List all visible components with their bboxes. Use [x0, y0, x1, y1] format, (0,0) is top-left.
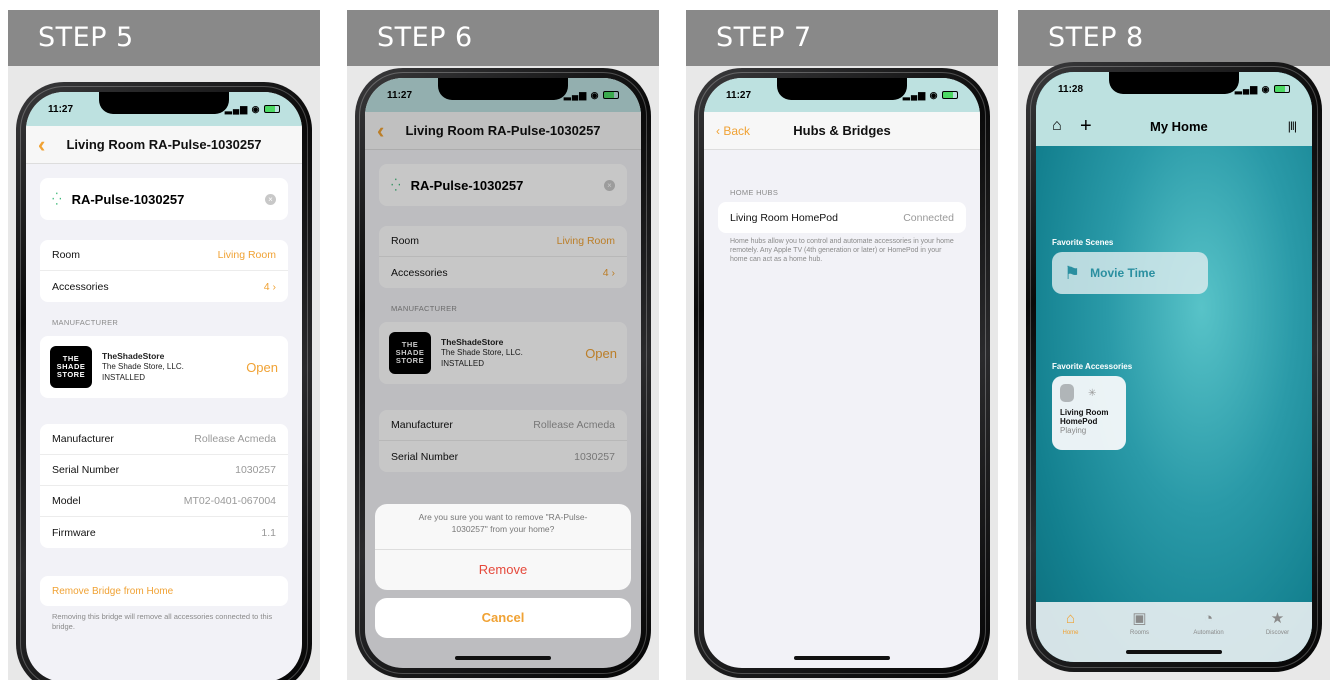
status-icons: ▂▄▆ ◉ [903, 90, 958, 101]
automation-tab-icon: ◔ [1203, 609, 1214, 627]
step-title: STEP 6 [347, 10, 659, 66]
back-chevron-icon[interactable]: ‹ [38, 133, 45, 156]
cancel-button[interactable]: Cancel [375, 598, 631, 638]
phone-screen: 11:28 ▂▄▆ ◉ ⌂ + My Home |‖| Favorite Sce… [1036, 72, 1312, 662]
step-6-panel: STEP 6 11:27 ▂▄▆ ◉ ‹ Living Room RA-Puls… [347, 10, 659, 680]
home-tab-icon: ⌂ [1065, 609, 1076, 627]
tab-discover[interactable]: ★ Discover [1253, 610, 1303, 662]
home-indicator [1126, 650, 1222, 654]
accessory-name-line2: HomePod [1060, 417, 1098, 427]
battery-icon [942, 91, 958, 100]
step-8-panel: STEP 8 11:28 ▂▄▆ ◉ ⌂ + My Home |‖| Favor… [1018, 10, 1330, 680]
rooms-tab-icon: ▣ [1132, 610, 1147, 627]
homepod-icon [1060, 384, 1074, 402]
battery-icon [1274, 85, 1290, 94]
nav-title: Hubs & Bridges [793, 123, 891, 138]
accessories-row[interactable]: Accessories 4 › [40, 271, 288, 302]
scene-icon: ⚑ [1064, 262, 1081, 283]
add-icon[interactable]: + [1080, 115, 1110, 138]
phone-screen: 11:27 ▂▄▆ ◉ ‹ Living Room RA-Pulse-10302… [26, 92, 302, 680]
room-card: Room Living Room Accessories 4 › [40, 240, 288, 302]
accessory-name-line1: Living Room [1060, 408, 1109, 417]
home-title: My Home [1150, 118, 1208, 134]
bridge-icon: ⁛ [52, 192, 61, 206]
shade-store-logo: THE SHADE STORE [50, 346, 92, 388]
accessory-tile-homepod[interactable]: ✳ Living Room HomePod Playing [1052, 376, 1126, 450]
scene-name: Movie Time [1090, 266, 1156, 280]
open-button[interactable]: Open [246, 360, 278, 375]
status-icons: ▂▄▆ ◉ [1235, 84, 1290, 95]
favorite-accessories-label: Favorite Accessories [1052, 362, 1133, 371]
manufacturer-card: THE SHADE STORE TheShadeStore The Shade Sto… [40, 336, 288, 398]
discover-tab-icon: ★ [1270, 610, 1285, 627]
step-5-panel: STEP 5 11:27 ▂▄▆ ◉ ‹ Living Room RA-Puls… [8, 10, 320, 680]
phone-frame: 11:27 ▂▄▆ ◉ ‹ Living Room RA-Pulse-10302… [16, 82, 312, 680]
home-indicator [794, 656, 890, 660]
phone-screen: 11:27 ▂▄▆ ◉ ‹ Living Room RA-Pulse-10302… [365, 78, 641, 668]
phone-frame: 11:27 ▂▄▆ ◉ ‹ Back Hubs & Bridges HOME H… [694, 68, 990, 678]
remove-note: Removing this bridge will remove all acc… [52, 612, 273, 631]
nav-bar: ‹ Back Hubs & Bridges [704, 112, 980, 150]
status-icons: ▂▄▆ ◉ [225, 104, 280, 115]
hubs-note: Home hubs allow you to control and autom… [730, 238, 954, 263]
notch [99, 92, 229, 114]
manufacturer-section-label: MANUFACTURER [52, 318, 119, 327]
battery-icon [264, 105, 280, 114]
phone-frame: 11:28 ▂▄▆ ◉ ⌂ + My Home |‖| Favorite Sce… [1026, 62, 1322, 672]
tab-rooms[interactable]: ▣ Rooms [1115, 610, 1165, 662]
info-card: Manufacturer Rollease Acmeda Serial Numbe… [40, 424, 288, 548]
status-time: 11:27 [48, 103, 74, 115]
nav-title: Living Room RA-Pulse-1030257 [66, 137, 262, 152]
step-title: STEP 7 [686, 10, 998, 66]
serial-row: Serial Number 1030257 [40, 455, 288, 486]
home-icon[interactable]: ⌂ [1052, 117, 1080, 135]
hub-card: Living Room HomePod Connected [718, 202, 966, 233]
remove-bridge-button[interactable]: Remove Bridge from Home [40, 576, 288, 606]
tab-automation[interactable]: ◔ Automation [1184, 610, 1234, 662]
scene-tile-movie-time[interactable]: ⚑ Movie Time [1052, 252, 1208, 294]
notch [777, 78, 907, 100]
favorite-scenes-label: Favorite Scenes [1052, 238, 1114, 247]
clear-icon[interactable]: × [265, 193, 276, 205]
device-card: ⁛ RA-Pulse-1030257 × [40, 178, 288, 220]
action-sheet: Are you sure you want to remove "RA-Puls… [375, 504, 631, 590]
tab-home[interactable]: ⌂ Home [1046, 610, 1096, 662]
back-button[interactable]: ‹ Back [716, 124, 750, 138]
status-time: 11:28 [1058, 83, 1084, 95]
device-name: RA-Pulse-1030257 [71, 191, 185, 207]
notch [1109, 72, 1239, 94]
accessory-state: Playing [1060, 426, 1087, 436]
step-title: STEP 5 [8, 10, 320, 66]
home-indicator [455, 656, 551, 660]
remove-button[interactable]: Remove [375, 550, 631, 590]
phone-frame: 11:27 ▂▄▆ ◉ ‹ Living Room RA-Pulse-10302… [355, 68, 651, 678]
firmware-row: Firmware 1.1 [52, 526, 276, 539]
room-row[interactable]: Room Living Room [40, 240, 288, 271]
home-header: ⌂ + My Home |‖| [1036, 106, 1312, 146]
home-hubs-section-label: HOME HUBS [730, 188, 779, 197]
manufacturer-row: Manufacturer Rollease Acmeda [40, 424, 288, 455]
action-sheet-message: Are you sure you want to remove "RA-Puls… [375, 504, 631, 550]
step-7-panel: STEP 7 11:27 ▂▄▆ ◉ ‹ Back Hubs & Bridges… [686, 10, 998, 680]
nav-bar: ‹ Living Room RA-Pulse-1030257 [26, 126, 302, 164]
step-title: STEP 8 [1018, 10, 1330, 66]
notch [438, 78, 568, 100]
model-row: Model MT02-0401-067004 [40, 486, 288, 517]
status-time: 11:27 [726, 89, 752, 101]
hub-row[interactable]: Living Room HomePod Connected [718, 202, 966, 233]
loading-spinner-icon: ✳ [1088, 387, 1097, 399]
phone-screen: 11:27 ▂▄▆ ◉ ‹ Back Hubs & Bridges HOME H… [704, 78, 980, 668]
intercom-icon[interactable]: |‖| [1288, 119, 1297, 133]
